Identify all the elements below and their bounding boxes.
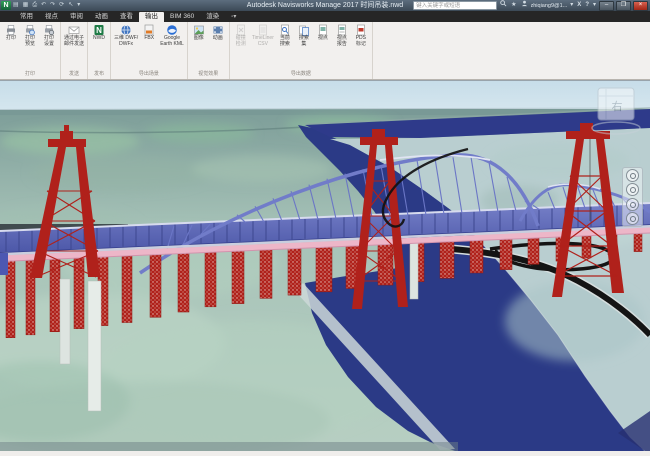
ribbon-button-dwf[interactable]: 三维 DWF/DWFx — [113, 23, 139, 48]
tab-6[interactable]: 输出 — [139, 12, 164, 22]
viewcube-face-label: 右 — [612, 99, 623, 113]
tab-4[interactable]: 动画 — [89, 12, 114, 22]
ribbon-group-label: 导出数据 — [232, 69, 370, 79]
ribbon-button-anim[interactable]: 动画 — [209, 23, 227, 43]
concrete-pier — [88, 281, 101, 411]
help-dropdown-icon[interactable]: ▾ — [592, 1, 597, 10]
ribbon-display-toggle-icon[interactable]: ▫▾ — [231, 12, 236, 22]
username-dropdown-icon[interactable]: ▾ — [569, 1, 574, 10]
signed-in-username[interactable]: zhiqiang9@1... — [531, 3, 568, 9]
ribbon-group-5: 图像动画视觉效果 — [188, 22, 230, 79]
tab-5[interactable]: 查看 — [114, 12, 139, 22]
trestle-pier — [205, 249, 216, 307]
tab-2[interactable]: 视点 — [39, 12, 64, 22]
tab-3[interactable]: 审阅 — [64, 12, 89, 22]
trestle-pier — [500, 236, 512, 270]
favorites-star-icon[interactable]: ★ — [510, 1, 517, 10]
ribbon-group-2: 通过电子邮件发送发送 — [61, 22, 88, 79]
minimize-button[interactable]: – — [599, 1, 614, 11]
ribbon-output-tab-panel: 打印打印预览打印设置打印通过电子邮件发送发送NNWD发布三维 DWF/DWFxF… — [0, 22, 650, 80]
ribbon-button-csv: TimeLinerCSV — [251, 23, 275, 48]
ribbon-group-label: 发送 — [63, 69, 85, 79]
help-icon[interactable]: ? — [584, 1, 590, 10]
ribbon-group-label: 打印 — [2, 69, 58, 79]
ribbon-button-print[interactable]: 打印 — [2, 23, 20, 43]
viewcube[interactable]: 右 — [590, 84, 646, 138]
tab-8[interactable]: 渲染 — [200, 12, 225, 22]
trestle-pier — [178, 250, 189, 312]
trestle-pier — [260, 246, 272, 298]
ribbon-group-4: 三维 DWF/DWFxFBXGoogleEarth KML 导出场景 — [111, 22, 188, 79]
save-icon[interactable]: ▦ — [21, 1, 31, 10]
trestle-pier — [150, 251, 161, 317]
ribbon-group-label: 发布 — [90, 69, 108, 79]
trestle-pier — [316, 244, 332, 292]
infocenter: ★ zhiqiang9@1... ▾ X ? ▾ – ❐ × — [413, 1, 648, 10]
concrete-pier — [410, 241, 418, 299]
svg-text:N: N — [96, 26, 102, 35]
orbit-icon[interactable] — [626, 212, 639, 225]
navigation-bar — [622, 167, 643, 227]
qat-dropdown-icon[interactable]: ▾ — [75, 1, 82, 10]
quick-access-toolbar: ▤ ▦ ⎙ ↶ ↷ ⟳ ↖ ▾ — [11, 1, 82, 10]
redo-icon[interactable]: ↷ — [48, 1, 57, 10]
trestle-pier — [122, 253, 132, 323]
ribbon-group-label: 视觉效果 — [190, 69, 227, 79]
ribbon-button-vp[interactable]: 视点 — [314, 23, 332, 43]
trestle-pier — [232, 248, 244, 304]
open-icon[interactable]: ▤ — [11, 1, 21, 10]
ribbon-group-6: 碰撞检测TimeLinerCSV当前搜索搜索集视点视点报告PDS标记导出数据 — [230, 22, 373, 79]
ribbon-button-fbx[interactable]: FBX — [140, 23, 158, 43]
ribbon-button-psettings[interactable]: 打印设置 — [40, 23, 58, 48]
steering-wheel-icon[interactable] — [626, 169, 639, 182]
ribbon-button-nwd[interactable]: NNWD — [90, 23, 108, 43]
concrete-pier — [60, 279, 70, 364]
exchange-apps-icon[interactable]: X — [576, 1, 582, 10]
select-icon[interactable]: ↖ — [66, 1, 75, 10]
ribbon-group-label: 导出场景 — [113, 69, 185, 79]
ribbon-button-gearth[interactable]: GoogleEarth KML — [159, 23, 185, 48]
trestle-pier — [470, 237, 483, 273]
ribbon-button-preview[interactable]: 打印预览 — [21, 23, 39, 48]
trestle-pier — [74, 255, 84, 329]
ribbon-group-3: NNWD 发布 — [88, 22, 111, 79]
viewport[interactable]: 右 — [0, 80, 650, 451]
ribbon-tab-bar: 常用视点审阅动画查看输出BIM 360渲染 ▫▾ — [0, 11, 650, 22]
close-button[interactable]: × — [633, 1, 648, 11]
ribbon-button-email[interactable]: 通过电子邮件发送 — [63, 23, 85, 48]
viewport-3d-scene[interactable] — [0, 81, 650, 451]
ribbon-button-sets[interactable]: 搜索集 — [295, 23, 313, 48]
sign-in-user-icon[interactable] — [520, 0, 529, 11]
trestle-pier — [288, 245, 301, 295]
tab-1[interactable]: 常用 — [14, 12, 39, 22]
ribbon-button-vpr[interactable]: 视点报告 — [333, 23, 351, 48]
ribbon-button-image[interactable]: 图像 — [190, 23, 208, 43]
application-menu-button[interactable]: N — [1, 1, 11, 10]
pan-icon[interactable] — [626, 183, 639, 196]
restore-button[interactable]: ❐ — [616, 1, 631, 11]
ribbon-button-pds[interactable]: PDS标记 — [352, 23, 370, 48]
refresh-icon[interactable]: ⟳ — [57, 1, 66, 10]
ribbon-button-clash: 碰撞检测 — [232, 23, 250, 48]
zoom-icon[interactable] — [626, 198, 639, 211]
ribbon-group-1: 打印打印预览打印设置打印 — [0, 22, 61, 79]
search-icon[interactable] — [499, 0, 508, 11]
undo-icon[interactable]: ↶ — [39, 1, 48, 10]
help-search-input[interactable] — [413, 1, 497, 10]
print-icon[interactable]: ⎙ — [30, 1, 39, 10]
trestle-pier — [440, 238, 454, 278]
tab-7[interactable]: BIM 360 — [164, 12, 200, 22]
trestle-pier — [528, 234, 539, 264]
ribbon-button-search[interactable]: 当前搜索 — [276, 23, 294, 48]
